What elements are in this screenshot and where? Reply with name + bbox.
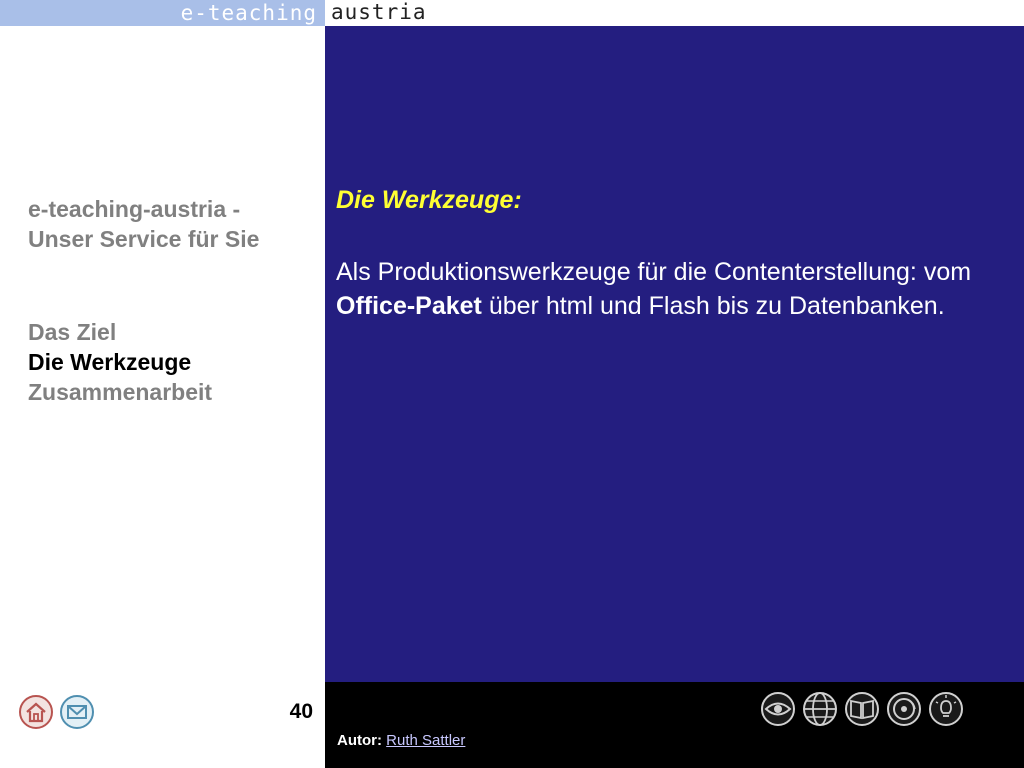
author-label: Autor: bbox=[337, 732, 382, 749]
nav-item-das-ziel[interactable]: Das Ziel bbox=[28, 317, 212, 347]
mail-icon[interactable] bbox=[59, 694, 95, 730]
home-icon[interactable] bbox=[18, 694, 54, 730]
author-link[interactable]: Ruth Sattler bbox=[386, 732, 465, 749]
service-title-line1: e-teaching-austria - bbox=[28, 196, 241, 222]
book-icon[interactable] bbox=[843, 690, 881, 728]
footer-right: Autor: Ruth Sattler bbox=[325, 682, 1024, 768]
lightbulb-icon[interactable] bbox=[927, 690, 965, 728]
content-heading: Die Werkzeuge: bbox=[336, 186, 522, 214]
content-body: Als Produktionswerkzeuge für die Content… bbox=[336, 255, 1016, 323]
globe-icon[interactable] bbox=[801, 690, 839, 728]
service-title-line2: Unser Service für Sie bbox=[28, 226, 260, 252]
content-body-text-2: über html und Flash bis zu Datenbanken. bbox=[481, 292, 945, 320]
author-line: Autor: Ruth Sattler bbox=[337, 732, 465, 749]
footer-left: 40 bbox=[0, 682, 325, 768]
logo-e-teaching: e-teaching bbox=[180, 1, 317, 25]
sidebar: e-teaching-austria - Unser Service für S… bbox=[0, 26, 325, 682]
content-body-text-1: Als Produktionswerkzeuge für die Content… bbox=[336, 258, 972, 286]
main-content: Die Werkzeuge: Als Produktionswerkzeuge … bbox=[325, 26, 1024, 682]
page-number: 40 bbox=[289, 700, 313, 723]
logo-austria: austria bbox=[331, 0, 427, 24]
nav-item-zusammenarbeit[interactable]: Zusammenarbeit bbox=[28, 377, 212, 407]
nav-item-die-werkzeuge[interactable]: Die Werkzeuge bbox=[28, 347, 212, 377]
sidebar-nav: Das Ziel Die Werkzeuge Zusammenarbeit bbox=[28, 317, 212, 407]
header-banner: e-teaching austria bbox=[0, 0, 1024, 26]
content-body-bold: Office-Paket bbox=[336, 292, 482, 320]
eye-icon[interactable] bbox=[759, 690, 797, 728]
disc-icon[interactable] bbox=[885, 690, 923, 728]
service-title: e-teaching-austria - Unser Service für S… bbox=[28, 194, 318, 254]
